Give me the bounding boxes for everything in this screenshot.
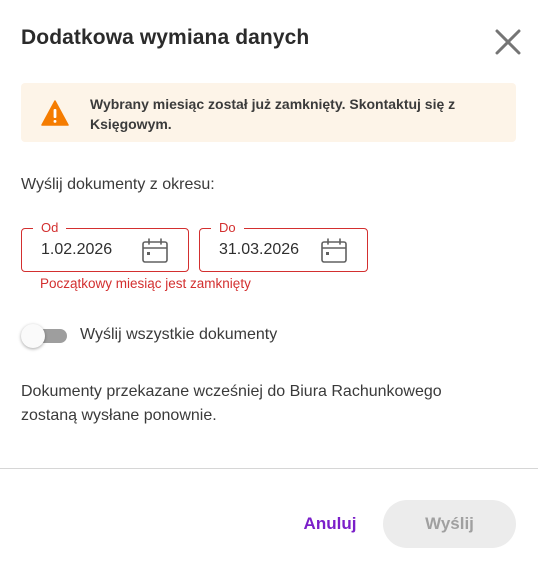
date-from-legend: Od: [33, 220, 67, 236]
close-icon[interactable]: [492, 26, 524, 58]
date-to-field[interactable]: Do 31.03.2026: [199, 220, 368, 272]
date-from-value[interactable]: 1.02.2026: [41, 241, 112, 259]
warning-icon: [41, 100, 69, 126]
send-button[interactable]: Wyślij: [383, 500, 516, 548]
date-to-value[interactable]: 31.03.2026: [219, 241, 299, 259]
cancel-button[interactable]: Anuluj: [288, 500, 372, 548]
dialog-title: Dodatkowa wymiana danych: [21, 26, 310, 49]
alert-message: Wybrany miesiąc został już zamknięty. Sk…: [90, 96, 456, 132]
info-text: Dokumenty przekazane wcześniej do Biura …: [21, 383, 442, 424]
warning-alert: Wybrany miesiąc został już zamknięty. Sk…: [21, 83, 516, 142]
close-button[interactable]: [492, 26, 524, 58]
period-label: Wyślij dokumenty z okresu:: [21, 176, 215, 193]
calendar-icon[interactable]: [141, 238, 169, 264]
dialog: Dodatkowa wymiana danych Wybrany miesiąc…: [0, 0, 538, 570]
send-all-label[interactable]: Wyślij wszystkie dokumenty: [80, 326, 277, 344]
date-to-legend: Do: [211, 220, 244, 236]
toggle-thumb[interactable]: [21, 324, 45, 348]
date-error-message: Początkowy miesiąc jest zamknięty: [40, 276, 251, 291]
date-from-field[interactable]: Od 1.02.2026: [21, 220, 189, 272]
footer-divider: [0, 468, 538, 469]
send-all-toggle[interactable]: [21, 323, 69, 349]
calendar-icon[interactable]: [320, 238, 348, 264]
